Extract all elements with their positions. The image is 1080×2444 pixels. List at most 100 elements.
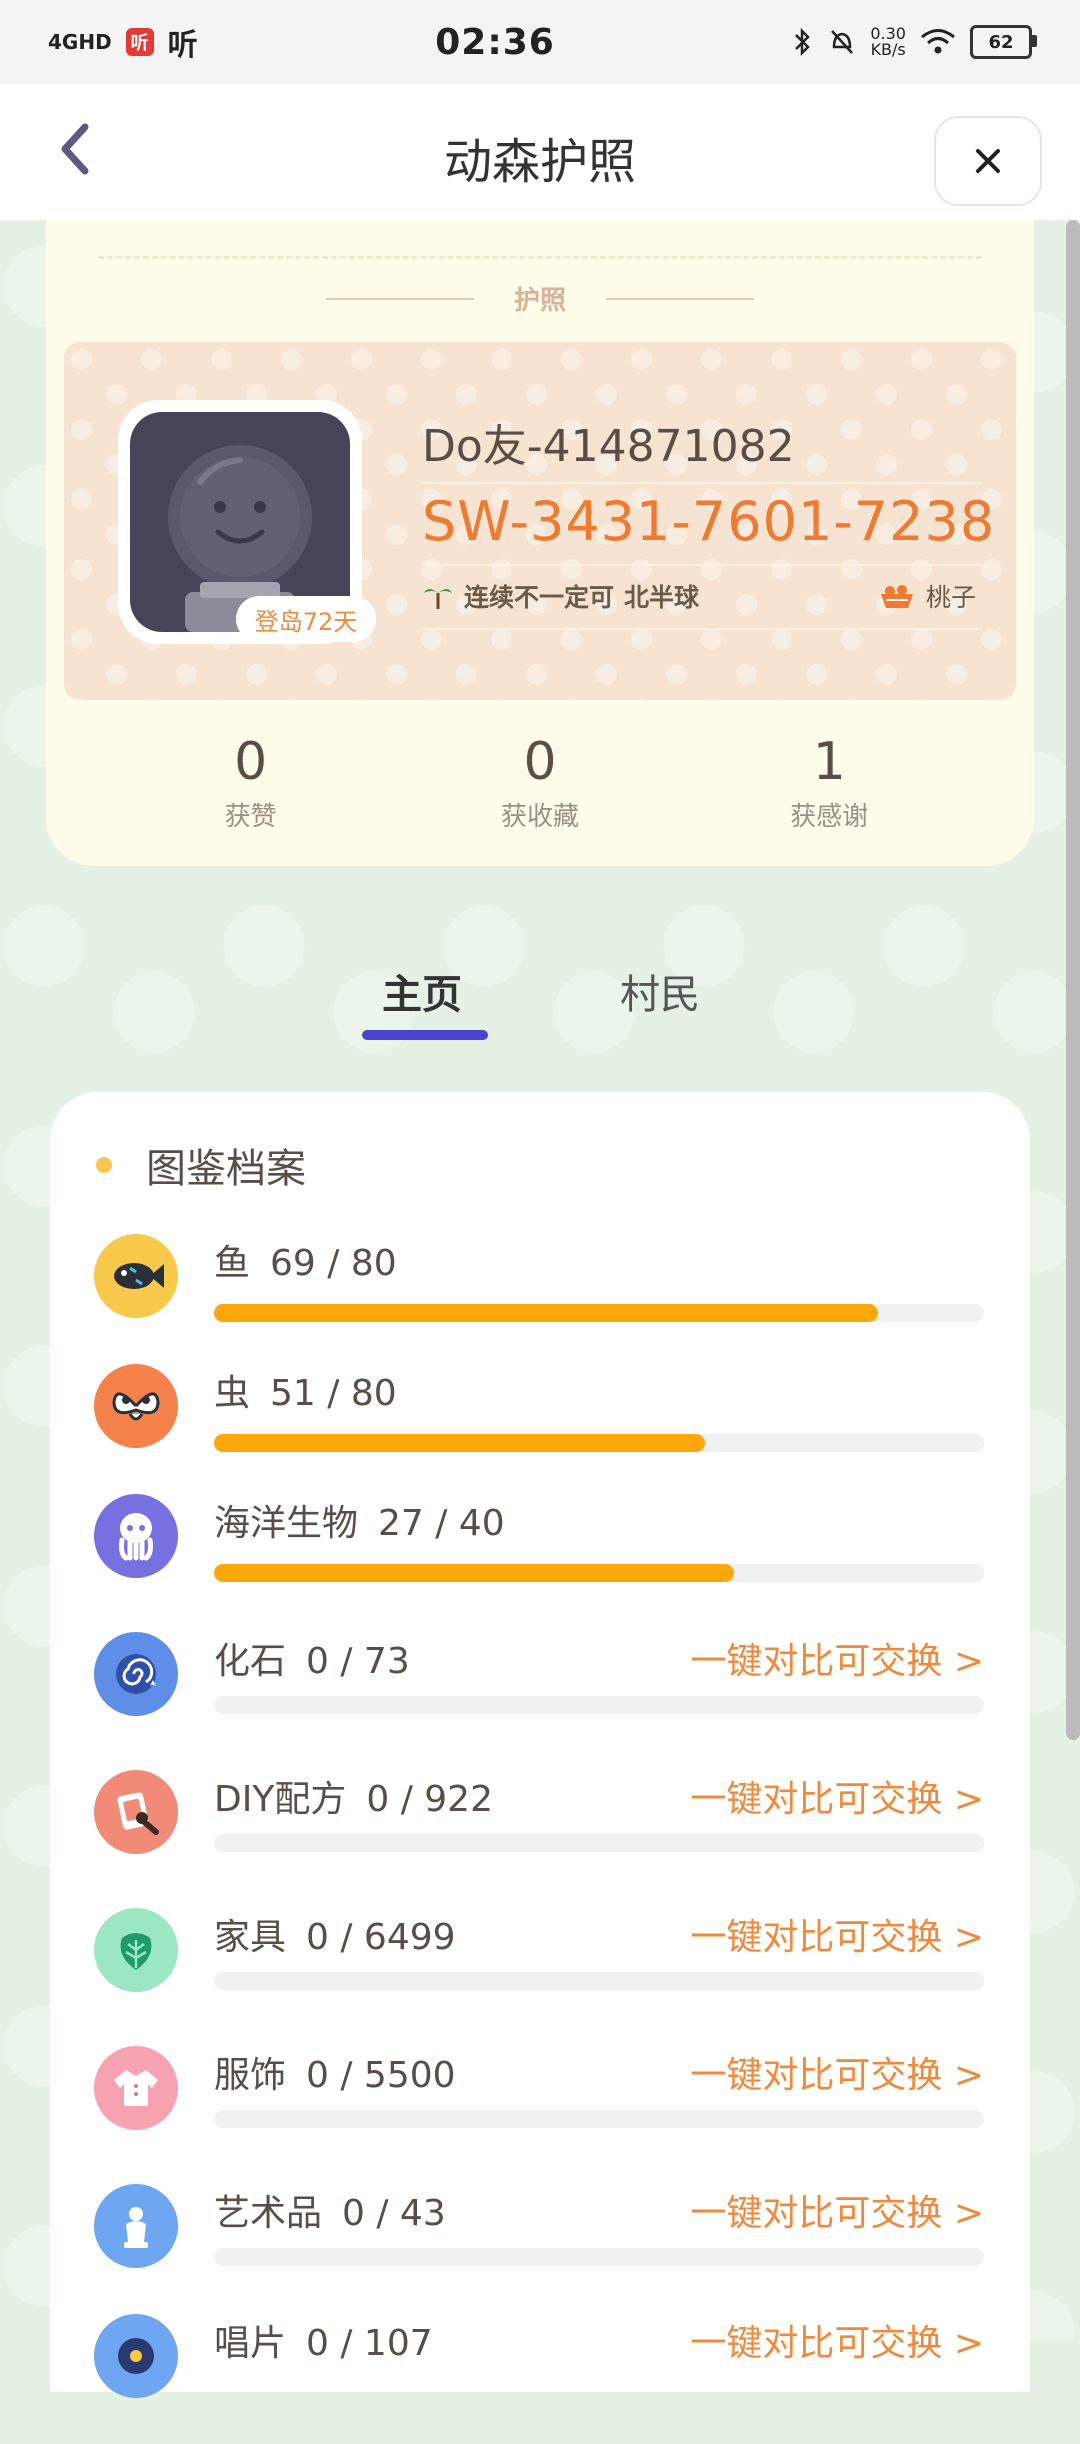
leaf-icon [94,1908,178,1992]
catalog-item-name: 家具 [214,1917,287,1958]
progress-fill [214,1304,879,1322]
compare-exchange-link[interactable]: 一键对比可交换 > [690,1908,984,1960]
compare-exchange-link[interactable]: 一键对比可交换 > [690,2184,984,2236]
catalog-item-fossil[interactable]: 化石 0 / 73 一键对比可交换 > [50,1632,1030,1762]
tab-bar: 主页 村民 [0,950,1080,1050]
catalog-item-count: 0 / 73 [306,1641,410,1682]
shirt-icon [94,2046,178,2130]
dashed-divider [98,256,982,259]
catalog-item-records[interactable]: 唱片 0 / 107 一键对比可交换 > [50,2314,1030,2444]
catalog-card: 图鉴档案 鱼 69 / 80 虫 51 / 80 海洋生物 27 / 40 化石 0 /… [50,1092,1030,2398]
fruit-name: 桃子 [925,583,976,612]
palm-tree-icon [424,589,452,609]
catalog-item-label: 海洋生物 27 / 40 [214,1494,505,1546]
catalog-item-label: 虫 51 / 80 [214,1364,397,1416]
progress-track [214,1434,984,1452]
catalog-item-name: 海洋生物 [214,1503,359,1544]
progress-track [214,1564,984,1582]
catalog-item-count: 0 / 922 [366,1779,493,1820]
user-name: Do友-414871082 [422,421,795,472]
catalog-item-art[interactable]: 艺术品 0 / 43 一键对比可交换 > [50,2184,1030,2314]
stat-label: 获赞 [224,802,277,832]
compare-exchange-link[interactable]: 一键对比可交换 > [690,1770,984,1822]
progress-track [214,2248,984,2266]
label-rule-left [325,297,474,300]
statue-icon [94,2184,178,2268]
progress-fill [214,1434,705,1452]
stat-likes[interactable]: 0 获赞 [151,732,351,833]
catalog-item-label: 艺术品 0 / 43 [214,2184,446,2236]
catalog-item-fish[interactable]: 鱼 69 / 80 [50,1234,1030,1364]
progress-track [214,1304,984,1322]
compare-exchange-link[interactable]: 一键对比可交换 > [690,1632,984,1684]
progress-track [214,2110,984,2128]
record-icon [94,2314,178,2398]
close-button[interactable] [934,116,1042,206]
catalog-item-sea-creatures[interactable]: 海洋生物 27 / 40 [50,1494,1030,1624]
friend-code[interactable]: SW-3431-7601-7238 [422,490,995,553]
progress-track [214,1972,984,1990]
catalog-item-count: 0 / 107 [306,2323,433,2364]
catalog-title: 图鉴档案 [146,1146,306,1192]
tab-villagers[interactable]: 村民 [620,962,700,1020]
bug-icon [94,1364,178,1448]
stat-label: 获感谢 [790,802,869,832]
catalog-item-count: 69 / 80 [270,1243,397,1284]
catalog-item-count: 51 / 80 [270,1373,397,1414]
stat-value: 0 [234,732,268,792]
catalog-item-name: 虫 [214,1373,251,1414]
battery-icon: 62 [969,25,1037,59]
tab-home[interactable]: 主页 [382,962,462,1020]
catalog-item-name: DIY配方 [214,1779,347,1820]
id-divider [422,628,982,630]
catalog-item-name: 化石 [214,1641,287,1682]
catalog-item-name: 服饰 [214,2055,287,2096]
catalog-item-count: 27 / 40 [378,1503,505,1544]
net-speed: 0.30 KB/s [870,26,906,58]
catalog-item-count: 0 / 5500 [306,2055,456,2096]
close-icon [976,149,1000,173]
catalog-item-name: 鱼 [214,1243,251,1284]
status-time: 02:36 [435,21,555,63]
fossil-icon [94,1632,178,1716]
passport-card: 护照 登岛72天 Do友-414871082 SW-3431-7601-7238… [46,220,1034,866]
network-indicator: 4GHD [48,30,112,54]
passport-label-row: 护照 [46,280,1034,317]
catalog-item-label: 家具 0 / 6499 [214,1908,456,1960]
island-name: 连续不一定可 [464,583,615,612]
catalog-item-count: 0 / 43 [342,2193,446,2234]
progress-track [214,1696,984,1714]
stat-value: 1 [812,732,846,792]
catalog-item-furniture[interactable]: 家具 0 / 6499 一键对比可交换 > [50,1908,1030,2038]
passport-label: 护照 [513,286,566,316]
island-info: 连续不一定可 北半球 [422,578,699,614]
progress-track [214,1834,984,1852]
scrollbar[interactable] [1066,220,1080,1740]
label-rule-right [606,297,754,300]
section-dot [96,1157,112,1173]
compare-exchange-link[interactable]: 一键对比可交换 > [690,2314,984,2366]
compare-exchange-link[interactable]: 一键对比可交换 > [690,2046,984,2098]
stat-value: 0 [523,732,557,792]
catalog-item-count: 0 / 6499 [306,1917,456,1958]
net-speed-unit: KB/s [870,40,906,59]
fruit-info: 桃子 [878,578,976,614]
fish-icon [94,1234,178,1318]
bluetooth-icon [795,27,811,57]
stat-label: 获收藏 [500,802,579,832]
catalog-item-clothing[interactable]: 服饰 0 / 5500 一键对比可交换 > [50,2046,1030,2176]
status-bar: 4GHD 听 听 02:36 0.30 KB/s 62 [0,0,1080,84]
stat-favorites[interactable]: 0 获收藏 [440,732,640,833]
catalog-item-label: 服饰 0 / 5500 [214,2046,456,2098]
catalog-item-label: 化石 0 / 73 [214,1632,410,1684]
stat-thanks[interactable]: 1 获感谢 [729,732,929,833]
catalog-item-name: 唱片 [214,2323,287,2364]
catalog-item-diy-recipes[interactable]: DIY配方 0 / 922 一键对比可交换 > [50,1770,1030,1900]
passport-id-panel: 登岛72天 Do友-414871082 SW-3431-7601-7238 连续… [64,342,1016,700]
catalog-header: 图鉴档案 [96,1136,306,1194]
id-divider [422,564,982,566]
catalog-item-label: 鱼 69 / 80 [214,1234,397,1286]
catalog-item-bug[interactable]: 虫 51 / 80 [50,1364,1030,1494]
mute-bell-icon [831,30,854,54]
avatar-frame: 登岛72天 [118,400,376,644]
